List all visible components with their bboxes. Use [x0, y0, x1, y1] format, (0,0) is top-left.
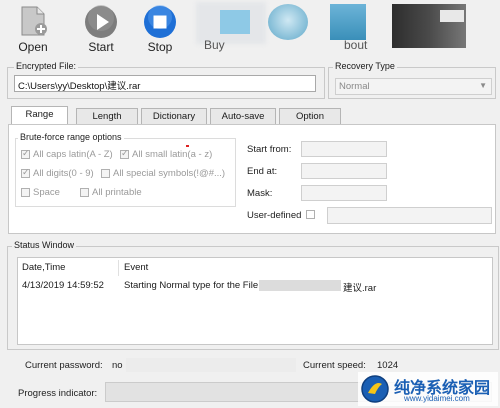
blurred-icon-3-detail	[440, 10, 464, 22]
toolbar: Open Start Stop Buy bout	[0, 0, 500, 58]
start-from-field[interactable]	[301, 141, 387, 157]
red-marker	[186, 145, 189, 147]
column-divider	[118, 260, 119, 276]
open-label: Open	[18, 40, 48, 54]
blurred-globe-icon	[268, 4, 308, 40]
space-label: Space	[33, 187, 60, 198]
start-button[interactable]: Start	[78, 2, 124, 54]
chevron-down-icon: ▼	[479, 81, 487, 90]
column-header-event[interactable]: Event	[124, 262, 148, 273]
blurred-icon-2	[330, 4, 366, 40]
blurred-icon-1	[220, 10, 250, 34]
digits-checkbox[interactable]	[21, 167, 30, 178]
about-label-partial: bout	[344, 38, 368, 52]
brute-force-label: Brute-force range options	[18, 132, 124, 142]
stop-button[interactable]: Stop	[137, 2, 183, 54]
progress-indicator-label: Progress indicator:	[18, 388, 98, 399]
all-printable-checkbox[interactable]	[80, 188, 89, 197]
current-speed-label: Current speed:	[303, 360, 366, 371]
end-at-field[interactable]	[301, 163, 387, 179]
redacted-path	[259, 280, 341, 291]
special-symbols-label: All special symbols(!@#...)	[113, 168, 226, 179]
mask-field[interactable]	[301, 185, 387, 201]
open-button[interactable]: Open	[10, 2, 56, 54]
space-checkbox[interactable]	[21, 188, 30, 197]
current-password-area	[126, 358, 296, 372]
start-label: Start	[88, 40, 114, 54]
start-from-label: Start from:	[247, 144, 292, 155]
row-datetime: 4/13/2019 14:59:52	[22, 280, 104, 291]
status-window-label: Status Window	[12, 240, 77, 250]
tab-auto-save[interactable]: Auto-save	[210, 108, 276, 124]
current-speed-value: 1024	[377, 360, 399, 371]
user-defined-label: User-defined	[247, 210, 302, 221]
tab-range[interactable]: Range	[11, 106, 68, 125]
watermark-url: www.yidaimei.com	[404, 394, 470, 403]
current-password-value: no	[112, 360, 123, 371]
play-icon	[85, 5, 117, 38]
open-file-icon	[21, 6, 47, 36]
recovery-type-label: Recovery Type	[333, 61, 397, 71]
special-symbols-checkbox[interactable]	[101, 169, 110, 178]
row-event-prefix: Starting Normal type for the File:	[124, 280, 261, 291]
user-defined-field[interactable]	[327, 207, 492, 224]
watermark: 纯净系统家园 www.yidaimei.com	[358, 372, 498, 406]
stop-icon	[144, 5, 176, 38]
user-defined-checkbox[interactable]	[306, 210, 315, 219]
small-latin-checkbox[interactable]	[120, 148, 129, 159]
stop-label: Stop	[147, 40, 173, 54]
encrypted-file-label: Encrypted File:	[14, 61, 79, 71]
caps-latin-label: All caps latin(A - Z)	[33, 149, 113, 160]
tab-dictionary[interactable]: Dictionary	[141, 108, 207, 124]
status-list[interactable]: Date,Time Event 4/13/2019 14:59:52 Start…	[17, 257, 493, 345]
encrypted-file-field[interactable]: C:\Users\yy\Desktop\建议.rar	[14, 75, 316, 92]
mask-label: Mask:	[247, 188, 273, 199]
recovery-type-select[interactable]: Normal ▼	[335, 78, 492, 95]
all-printable-label: All printable	[92, 187, 142, 198]
watermark-logo-icon	[361, 375, 389, 403]
caps-latin-checkbox[interactable]	[21, 148, 30, 159]
row-event-suffix: 建议.rar	[343, 283, 377, 294]
buy-label-partial: Buy	[204, 38, 225, 52]
tab-length[interactable]: Length	[76, 108, 138, 124]
current-password-label: Current password:	[25, 360, 103, 371]
digits-label: All digits(0 - 9)	[33, 168, 94, 179]
end-at-label: End at:	[247, 166, 278, 177]
tab-option[interactable]: Option	[279, 108, 341, 124]
small-latin-label: All small latin(a - z)	[132, 149, 213, 160]
column-header-datetime[interactable]: Date,Time	[22, 262, 65, 273]
